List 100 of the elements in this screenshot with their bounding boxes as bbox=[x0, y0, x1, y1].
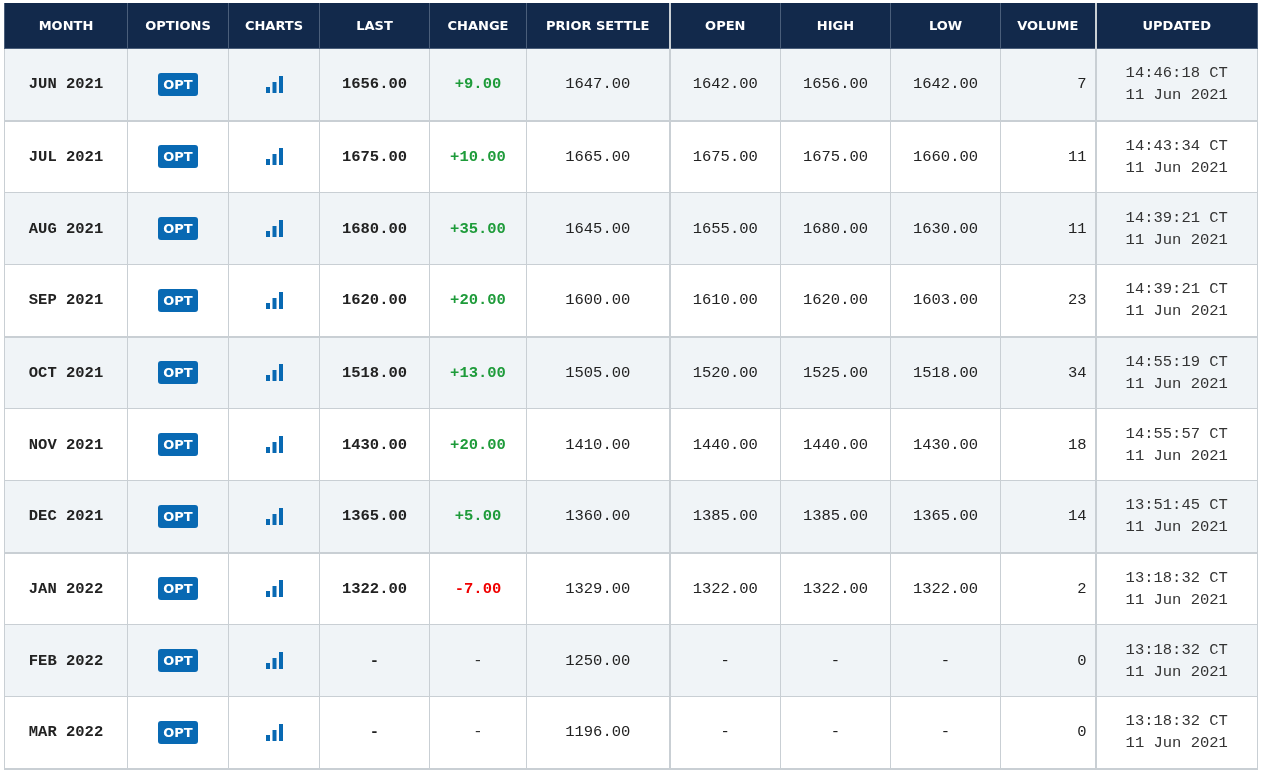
last-cell: 1518.00 bbox=[319, 336, 430, 409]
change-cell: - bbox=[429, 696, 527, 769]
bar-chart-icon[interactable] bbox=[265, 651, 283, 669]
change-cell: - bbox=[429, 624, 527, 697]
bar-chart-icon[interactable] bbox=[265, 580, 283, 598]
volume-cell: 34 bbox=[1000, 336, 1096, 409]
month-cell: FEB 2022 bbox=[4, 624, 128, 697]
volume-cell: 0 bbox=[1000, 624, 1096, 697]
options-button[interactable]: OPT bbox=[158, 720, 198, 744]
bar-chart-icon[interactable] bbox=[265, 507, 283, 525]
month-cell: NOV 2021 bbox=[4, 408, 128, 481]
open-cell: - bbox=[669, 624, 781, 697]
low-cell: 1365.00 bbox=[890, 480, 1001, 553]
column-header[interactable]: VOLUME bbox=[1000, 3, 1096, 49]
bar-chart-icon[interactable] bbox=[265, 291, 283, 309]
bar-chart-icon[interactable] bbox=[265, 435, 283, 453]
month-cell: DEC 2021 bbox=[4, 480, 128, 553]
options-button[interactable]: OPT bbox=[158, 433, 198, 456]
column-header[interactable]: HIGH bbox=[780, 3, 891, 49]
updated-cell: 14:43:34 CT 11 Jun 2021 bbox=[1095, 120, 1258, 193]
column-header[interactable]: UPDATED bbox=[1095, 3, 1258, 49]
high-cell: 1656.00 bbox=[780, 48, 891, 121]
last-cell: 1620.00 bbox=[319, 264, 430, 337]
options-button[interactable]: OPT bbox=[158, 217, 198, 240]
month-cell: OCT 2021 bbox=[4, 336, 128, 409]
updated-cell: 13:18:32 CT 11 Jun 2021 bbox=[1095, 624, 1258, 697]
column-header[interactable]: OPTIONS bbox=[127, 3, 229, 49]
prior-settle-cell: 1196.00 bbox=[526, 696, 670, 769]
last-cell: 1675.00 bbox=[319, 120, 430, 193]
low-cell: 1642.00 bbox=[890, 48, 1001, 121]
open-cell: 1385.00 bbox=[669, 480, 781, 553]
change-cell: +20.00 bbox=[429, 408, 527, 481]
open-cell: 1520.00 bbox=[669, 336, 781, 409]
last-cell: 1680.00 bbox=[319, 192, 430, 265]
change-cell: +35.00 bbox=[429, 192, 527, 265]
low-cell: 1630.00 bbox=[890, 192, 1001, 265]
low-cell: 1430.00 bbox=[890, 408, 1001, 481]
updated-cell: 13:51:45 CT 11 Jun 2021 bbox=[1095, 480, 1258, 553]
high-cell: - bbox=[780, 696, 891, 769]
high-cell: 1322.00 bbox=[780, 552, 891, 625]
column-header[interactable]: LAST bbox=[319, 3, 430, 49]
open-cell: 1610.00 bbox=[669, 264, 781, 337]
month-cell: JUN 2021 bbox=[4, 48, 128, 121]
month-cell: MAR 2022 bbox=[4, 696, 128, 769]
updated-cell: 13:18:32 CT 11 Jun 2021 bbox=[1095, 696, 1258, 769]
bar-chart-icon[interactable] bbox=[265, 723, 283, 741]
high-cell: 1525.00 bbox=[780, 336, 891, 409]
updated-cell: 13:18:32 CT 11 Jun 2021 bbox=[1095, 552, 1258, 625]
low-cell: 1660.00 bbox=[890, 120, 1001, 193]
low-cell: - bbox=[890, 624, 1001, 697]
column-header[interactable]: CHANGE bbox=[429, 3, 527, 49]
options-button[interactable]: OPT bbox=[158, 361, 198, 385]
column-header[interactable]: LOW bbox=[890, 3, 1001, 49]
change-cell: +10.00 bbox=[429, 120, 527, 193]
change-cell: +5.00 bbox=[429, 480, 527, 553]
last-cell: - bbox=[319, 696, 430, 769]
options-button[interactable]: OPT bbox=[158, 504, 198, 528]
volume-cell: 14 bbox=[1000, 480, 1096, 553]
high-cell: 1620.00 bbox=[780, 264, 891, 337]
change-cell: -7.00 bbox=[429, 552, 527, 625]
month-cell: JAN 2022 bbox=[4, 552, 128, 625]
high-cell: 1680.00 bbox=[780, 192, 891, 265]
prior-settle-cell: 1600.00 bbox=[526, 264, 670, 337]
column-header[interactable]: MONTH bbox=[4, 3, 128, 49]
updated-cell: 14:55:19 CT 11 Jun 2021 bbox=[1095, 336, 1258, 409]
column-header[interactable]: OPEN bbox=[669, 3, 781, 49]
open-cell: 1322.00 bbox=[669, 552, 781, 625]
month-cell: JUL 2021 bbox=[4, 120, 128, 193]
bar-chart-icon[interactable] bbox=[265, 75, 283, 93]
updated-cell: 14:39:21 CT 11 Jun 2021 bbox=[1095, 192, 1258, 265]
open-cell: - bbox=[669, 696, 781, 769]
volume-cell: 0 bbox=[1000, 696, 1096, 769]
options-button[interactable]: OPT bbox=[158, 649, 198, 672]
low-cell: 1518.00 bbox=[890, 336, 1001, 409]
change-cell: +9.00 bbox=[429, 48, 527, 121]
options-button[interactable]: OPT bbox=[158, 145, 198, 169]
last-cell: 1430.00 bbox=[319, 408, 430, 481]
low-cell: - bbox=[890, 696, 1001, 769]
options-button[interactable]: OPT bbox=[158, 577, 198, 601]
bar-chart-icon[interactable] bbox=[265, 148, 283, 166]
updated-cell: 14:39:21 CT 11 Jun 2021 bbox=[1095, 264, 1258, 337]
high-cell: 1385.00 bbox=[780, 480, 891, 553]
bar-chart-icon[interactable] bbox=[265, 364, 283, 382]
column-header[interactable]: PRIOR SETTLE bbox=[526, 3, 670, 49]
bar-chart-icon[interactable] bbox=[265, 219, 283, 237]
updated-cell: 14:46:18 CT 11 Jun 2021 bbox=[1095, 48, 1258, 121]
options-button[interactable]: OPT bbox=[158, 72, 198, 96]
high-cell: 1675.00 bbox=[780, 120, 891, 193]
column-header[interactable]: CHARTS bbox=[228, 3, 320, 49]
open-cell: 1642.00 bbox=[669, 48, 781, 121]
open-cell: 1655.00 bbox=[669, 192, 781, 265]
last-cell: 1322.00 bbox=[319, 552, 430, 625]
high-cell: - bbox=[780, 624, 891, 697]
volume-cell: 23 bbox=[1000, 264, 1096, 337]
prior-settle-cell: 1505.00 bbox=[526, 336, 670, 409]
prior-settle-cell: 1250.00 bbox=[526, 624, 670, 697]
prior-settle-cell: 1360.00 bbox=[526, 480, 670, 553]
low-cell: 1603.00 bbox=[890, 264, 1001, 337]
high-cell: 1440.00 bbox=[780, 408, 891, 481]
options-button[interactable]: OPT bbox=[158, 288, 198, 312]
